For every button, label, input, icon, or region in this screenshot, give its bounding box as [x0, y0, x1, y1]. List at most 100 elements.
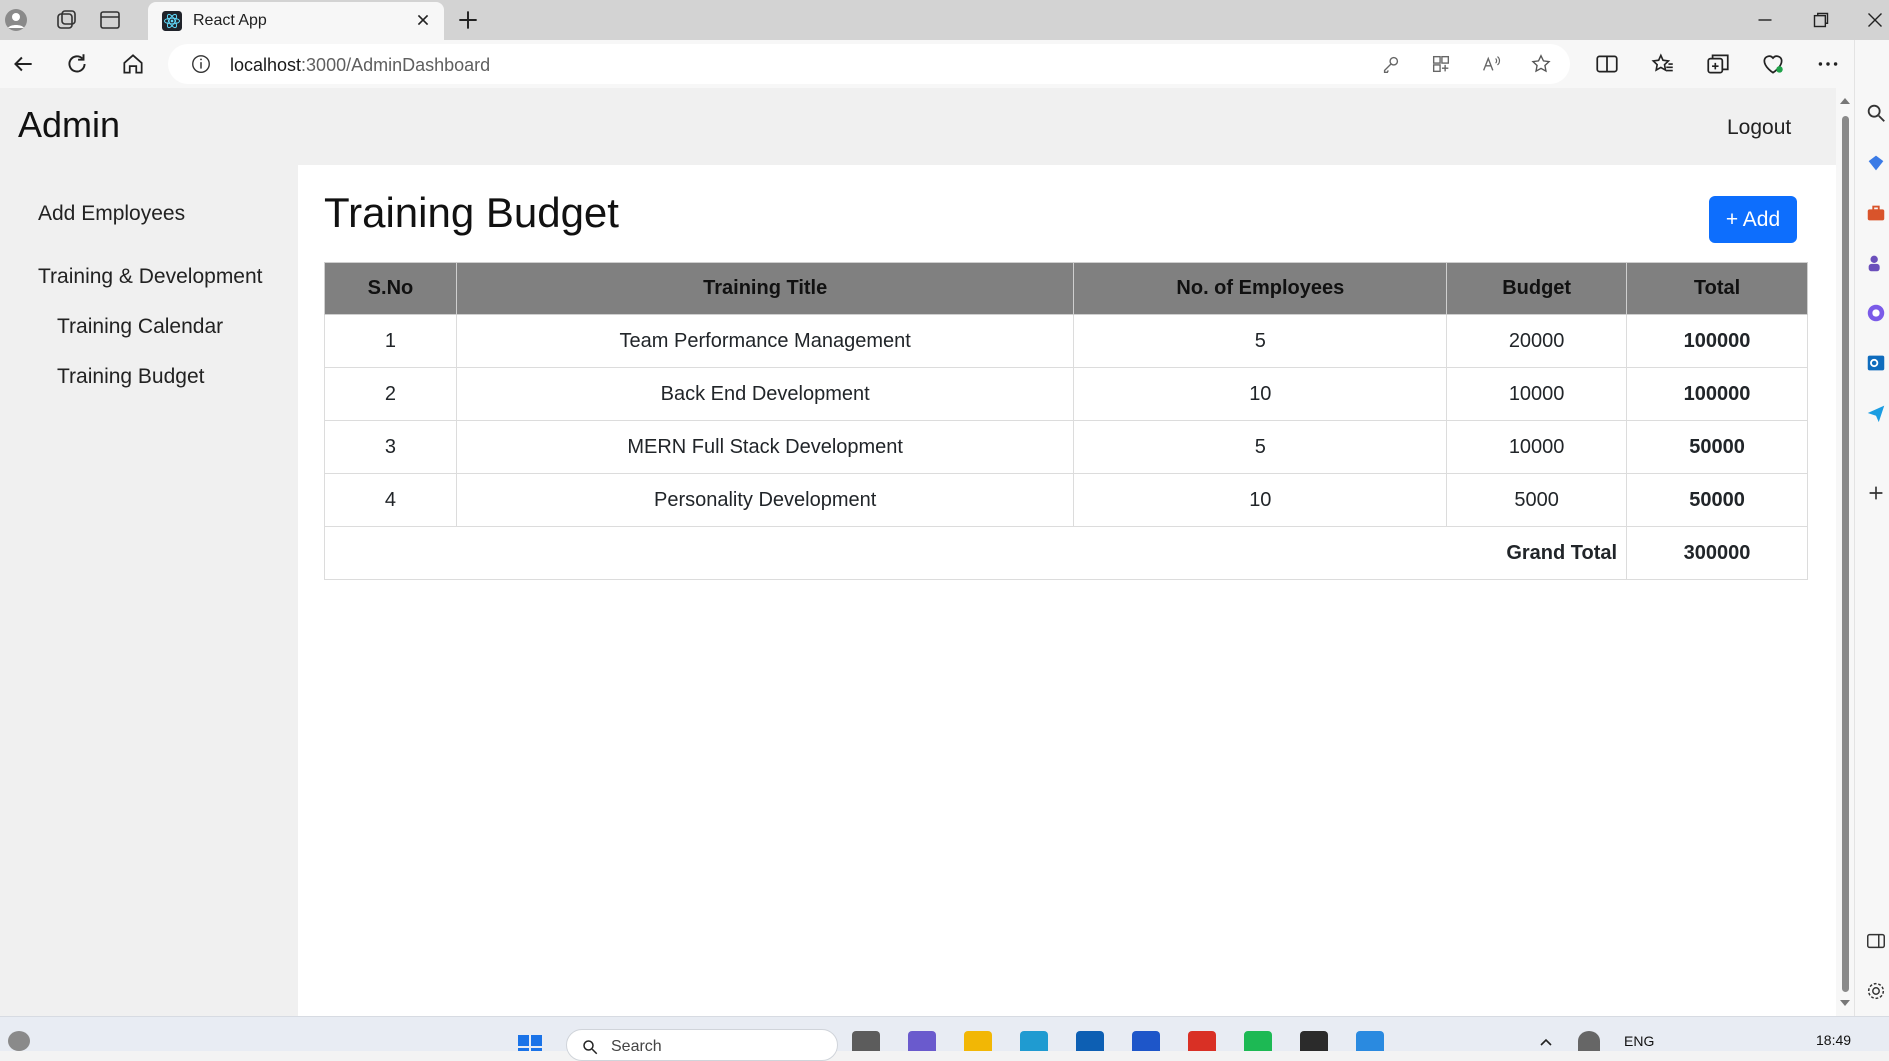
scroll-down-icon[interactable] [1839, 998, 1851, 1008]
cell-title: MERN Full Stack Development [455, 420, 1075, 474]
cell-total: 50000 [1626, 473, 1808, 527]
cell-employees: 5 [1073, 420, 1448, 474]
column-header-employees: No. of Employees [1073, 262, 1448, 315]
sidebar-layout-icon[interactable] [1865, 930, 1887, 952]
column-header-budget: Budget [1446, 262, 1628, 315]
favorites-icon[interactable] [1650, 51, 1676, 77]
spotify-icon[interactable] [1244, 1031, 1272, 1051]
column-header-total: Total [1626, 262, 1808, 315]
close-tab-icon[interactable] [412, 9, 434, 31]
cell-title: Back End Development [455, 367, 1075, 421]
send-icon[interactable] [1865, 402, 1887, 424]
cell-total: 100000 [1626, 367, 1808, 421]
cell-sno: 1 [324, 314, 457, 368]
grand-total-row: Grand Total 300000 [323, 526, 1808, 580]
more-options-icon[interactable] [1815, 51, 1841, 77]
url-text[interactable]: localhost:3000/AdminDashboard [230, 55, 490, 76]
people-icon[interactable] [1865, 252, 1887, 274]
page-title: Training Budget [324, 189, 619, 236]
url-path: :3000/AdminDashboard [301, 55, 491, 75]
table-row: 4 Personality Development 10 5000 50000 [324, 473, 1808, 527]
chrome-icon[interactable] [1188, 1031, 1216, 1051]
widgets-icon[interactable] [8, 1031, 30, 1051]
app-blue-icon[interactable] [1132, 1031, 1160, 1051]
browser-tab-active[interactable]: React App [148, 2, 444, 40]
network-volume-battery-icon[interactable] [1680, 1031, 1760, 1051]
language-indicator[interactable]: ENG [1624, 1033, 1654, 1049]
file-explorer-icon[interactable] [964, 1031, 992, 1051]
browser-toolbar: localhost:3000/AdminDashboard [0, 40, 1889, 88]
grand-total-value: 300000 [1626, 526, 1808, 580]
vscode-icon[interactable] [1356, 1031, 1384, 1051]
grand-total-label: Grand Total [323, 526, 1628, 580]
favorite-star-icon[interactable] [1530, 53, 1552, 75]
address-bar[interactable]: localhost:3000/AdminDashboard [168, 44, 1570, 84]
split-screen-icon[interactable] [1594, 51, 1620, 77]
cell-title: Team Performance Management [455, 314, 1075, 368]
sidebar-item-add-employees[interactable]: Add Employees [38, 202, 185, 226]
sidebar-item-training-budget[interactable]: Training Budget [57, 365, 204, 389]
restore-icon[interactable] [1808, 7, 1834, 33]
tray-chevron-icon[interactable] [1538, 1031, 1554, 1051]
start-windows-icon[interactable] [516, 1031, 544, 1051]
logout-link[interactable]: Logout [1727, 116, 1791, 140]
table-row: 2 Back End Development 10 10000 100000 [324, 367, 1808, 421]
column-header-sno: S.No [324, 262, 457, 315]
outlook-icon[interactable] [1865, 352, 1887, 374]
back-icon[interactable] [10, 51, 36, 77]
add-sidebar-app-icon[interactable] [1865, 482, 1887, 504]
clock-time[interactable]: 18:49 [1816, 1032, 1851, 1048]
cell-total: 100000 [1626, 314, 1808, 368]
main-content: Training Budget + Add S.No Training Titl… [298, 165, 1836, 1016]
edge-browser-icon[interactable] [1020, 1031, 1048, 1051]
browser-tab-bar: React App [0, 0, 1889, 40]
scroll-up-icon[interactable] [1839, 96, 1851, 106]
collections-icon[interactable] [1705, 51, 1731, 77]
settings-gear-icon[interactable] [1865, 980, 1887, 1002]
teams-chat-icon[interactable] [908, 1031, 936, 1051]
minimize-icon[interactable] [1752, 7, 1778, 33]
sidebar-item-training-calendar[interactable]: Training Calendar [57, 315, 223, 339]
site-info-icon[interactable] [190, 53, 212, 75]
tab-actions-icon[interactable] [98, 8, 122, 32]
shopping-icon[interactable] [1865, 152, 1887, 174]
table-row: 1 Team Performance Management 5 20000 10… [324, 314, 1808, 368]
workspaces-icon[interactable] [54, 8, 78, 32]
browser-essentials-icon[interactable] [1760, 51, 1786, 77]
read-aloud-icon[interactable] [1480, 53, 1502, 75]
taskbar-search-placeholder: Search [611, 1038, 662, 1055]
taskbar-search-box[interactable]: Search [566, 1029, 838, 1061]
cell-sno: 3 [324, 420, 457, 474]
cell-budget: 10000 [1446, 367, 1628, 421]
tools-icon[interactable] [1865, 202, 1887, 224]
column-header-title: Training Title [455, 262, 1075, 315]
edge-sidebar [1854, 40, 1889, 1016]
refresh-icon[interactable] [64, 51, 90, 77]
scrollbar-thumb[interactable] [1842, 116, 1849, 992]
cell-employees: 5 [1073, 314, 1448, 368]
tray-onedrive-icon[interactable] [1578, 1031, 1600, 1051]
brand-title: Admin [18, 104, 121, 145]
budget-table: S.No Training Title No. of Employees Bud… [323, 262, 1808, 580]
copilot-apps-icon[interactable] [1865, 302, 1887, 324]
tab-title: React App [193, 12, 267, 29]
cell-employees: 10 [1073, 367, 1448, 421]
profile-icon[interactable] [4, 8, 28, 32]
close-window-icon[interactable] [1862, 7, 1888, 33]
microsoft-store-icon[interactable] [1076, 1031, 1104, 1051]
home-icon[interactable] [120, 51, 146, 77]
cell-sno: 4 [324, 473, 457, 527]
add-button[interactable]: + Add [1709, 196, 1797, 243]
terminal-icon[interactable] [1300, 1031, 1328, 1051]
task-view-icon[interactable] [852, 1031, 880, 1051]
cell-employees: 10 [1073, 473, 1448, 527]
table-row: 3 MERN Full Stack Development 5 10000 50… [324, 420, 1808, 474]
new-tab-icon[interactable] [455, 7, 481, 33]
sidebar-search-icon[interactable] [1865, 102, 1887, 124]
password-key-icon[interactable] [1380, 53, 1402, 75]
cell-budget: 5000 [1446, 473, 1628, 527]
page-scrollbar[interactable] [1836, 88, 1854, 1016]
sidebar-item-training-development[interactable]: Training & Development [38, 265, 263, 289]
cell-budget: 10000 [1446, 420, 1628, 474]
app-available-icon[interactable] [1430, 53, 1452, 75]
